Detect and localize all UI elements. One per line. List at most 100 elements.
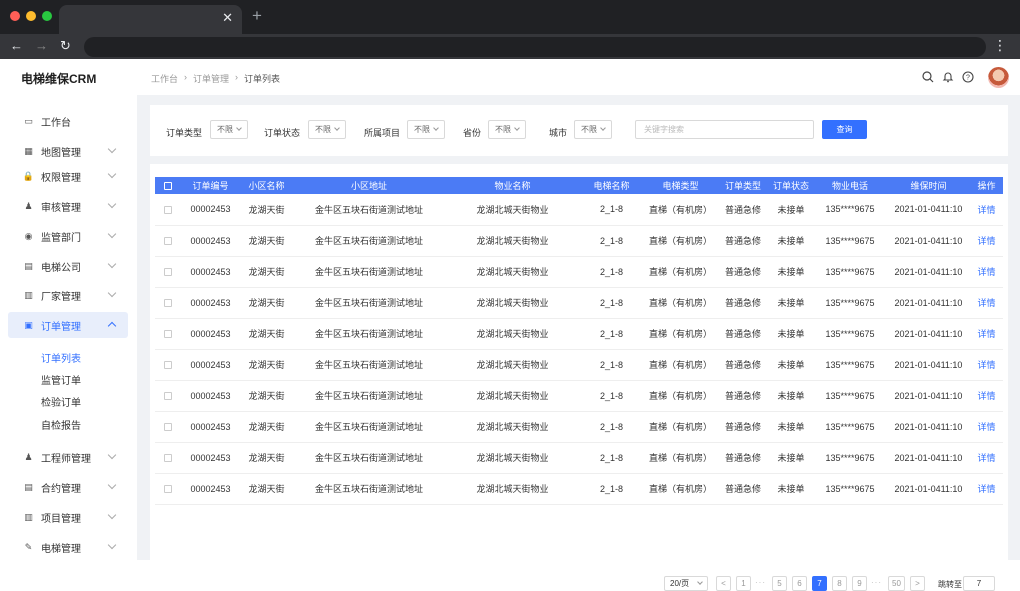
table-cell: 直梯（有机房）: [648, 267, 712, 277]
detail-link[interactable]: 详情: [970, 349, 1003, 380]
close-window-button[interactable]: [10, 11, 20, 21]
table-cell: 普通急修: [724, 329, 761, 339]
sidebar-item[interactable]: ◉ 监管部门: [8, 223, 128, 249]
table-cell: 00002453: [190, 297, 231, 308]
city-select[interactable]: 不限: [574, 120, 612, 139]
browser-tab[interactable]: ✕: [59, 5, 242, 34]
sidebar-item[interactable]: ♟ 审核管理: [8, 193, 128, 219]
pagination-ellipsis[interactable]: ···: [871, 576, 882, 589]
select-all-checkbox[interactable]: [163, 182, 172, 191]
sidebar-item[interactable]: ♟ 工程师管理: [8, 444, 128, 470]
row-checkbox[interactable]: [163, 454, 172, 463]
page-button-9[interactable]: 9: [852, 576, 867, 591]
page-button-50[interactable]: 50: [888, 576, 905, 591]
sidebar-item[interactable]: ▥ 厂家管理: [8, 282, 128, 308]
detail-link[interactable]: 详情: [970, 256, 1003, 287]
search-icon[interactable]: [922, 71, 934, 83]
page-button-1[interactable]: 1: [736, 576, 751, 591]
row-checkbox[interactable]: [163, 330, 172, 339]
bell-icon[interactable]: [942, 71, 954, 83]
jump-label: 跳转至: [938, 580, 962, 589]
breadcrumb-item[interactable]: 工作台: [151, 72, 178, 85]
back-arrow-icon[interactable]: ←: [10, 38, 23, 54]
chevron-down-icon: [600, 125, 606, 131]
table-cell: 龙湖天街: [248, 453, 285, 463]
sidebar-item-label: 合约管理: [41, 483, 81, 495]
sidebar-item[interactable]: ▦ 地图管理: [8, 138, 128, 164]
row-checkbox[interactable]: [163, 299, 172, 308]
chevron-up-icon: [107, 321, 117, 331]
pagination-ellipsis[interactable]: ···: [755, 576, 766, 589]
row-select-cell: [155, 473, 180, 504]
table-cell: 龙湖天街: [248, 329, 285, 339]
reload-icon[interactable]: ↻: [60, 38, 71, 54]
table-row: 00002453 龙湖天街 金牛区五块石街道测试地址 龙湖北城天街物业 2_1-8 直梯（…: [155, 287, 1003, 318]
maximize-window-button[interactable]: [42, 11, 52, 21]
order-status-select[interactable]: 不限: [308, 120, 346, 139]
detail-link[interactable]: 详情: [970, 473, 1003, 504]
detail-link[interactable]: 详情: [970, 411, 1003, 442]
sidebar-item[interactable]: ▣ 订单管理: [8, 312, 128, 338]
jump-page-input[interactable]: 7: [963, 576, 995, 591]
help-icon[interactable]: ?: [962, 71, 974, 83]
breadcrumb-item[interactable]: 订单管理: [193, 72, 229, 85]
sidebar-subitem[interactable]: 订单列表: [41, 350, 81, 365]
row-checkbox[interactable]: [163, 361, 172, 370]
row-checkbox[interactable]: [163, 485, 172, 494]
page-button-6[interactable]: 6: [792, 576, 807, 591]
close-tab-icon[interactable]: ✕: [222, 11, 233, 25]
row-checkbox[interactable]: [163, 205, 172, 214]
page-button-7-current[interactable]: 7: [812, 576, 827, 591]
sidebar-item[interactable]: ▤ 合约管理: [8, 474, 128, 500]
sidebar-item[interactable]: 🔒 权限管理: [8, 163, 128, 189]
province-select[interactable]: 不限: [488, 120, 526, 139]
sidebar-item-label: 订单管理: [41, 321, 81, 333]
avatar[interactable]: [988, 67, 1009, 88]
order-type-select[interactable]: 不限: [210, 120, 248, 139]
query-button[interactable]: 查询: [822, 120, 867, 139]
page-button-8[interactable]: 8: [832, 576, 847, 591]
keyword-search-input[interactable]: 关键字搜索: [635, 120, 814, 139]
table-row: 00002453 龙湖天街 金牛区五块石街道测试地址 龙湖北城天街物业 2_1-8 直梯（…: [155, 225, 1003, 256]
forward-arrow-icon[interactable]: →: [35, 38, 48, 54]
table-row: 00002453 龙湖天街 金牛区五块石街道测试地址 龙湖北城天街物业 2_1-8 直梯（…: [155, 194, 1003, 225]
table-cell: 未接单: [777, 422, 805, 432]
sidebar: 电梯维保CRM ▭ 工作台 ▦ 地图管理 🔒 权限管理 ♟ 审核管理 ◉ 监管部门 ▤ 电梯公司 ▥ 厂家…: [0, 59, 137, 560]
row-checkbox[interactable]: [163, 237, 172, 246]
detail-link[interactable]: 详情: [970, 287, 1003, 318]
table-row: 00002453 龙湖天街 金牛区五块石街道测试地址 龙湖北城天街物业 2_1-8 直梯（…: [155, 411, 1003, 442]
sidebar-item[interactable]: ▤ 电梯公司: [8, 253, 128, 279]
browser-menu-icon[interactable]: ⋮: [993, 37, 1007, 53]
row-checkbox[interactable]: [163, 268, 172, 277]
row-checkbox[interactable]: [163, 392, 172, 401]
sidebar-item[interactable]: ▥ 项目管理: [8, 504, 128, 530]
new-tab-icon[interactable]: +: [252, 7, 262, 25]
next-page-button[interactable]: >: [910, 576, 925, 591]
sidebar-item[interactable]: ▭ 工作台: [8, 108, 128, 134]
table-cell: 普通急修: [724, 422, 761, 432]
chevron-down-icon: [107, 510, 117, 520]
page-button-5[interactable]: 5: [772, 576, 787, 591]
address-bar[interactable]: [84, 37, 986, 57]
order-table-panel: 订单编号 小区名称 小区地址 物业名称 电梯名称 电梯类型 订单类型 订单状态 物业电话 维保时间…: [150, 164, 1008, 591]
table-cell: 2021-01-0411:10: [894, 328, 963, 339]
prev-page-button[interactable]: <: [716, 576, 731, 591]
project-select[interactable]: 不限: [407, 120, 445, 139]
table-cell: 直梯（有机房）: [648, 204, 712, 215]
row-select-cell: [155, 411, 180, 442]
detail-link[interactable]: 详情: [970, 442, 1003, 473]
detail-link[interactable]: 详情: [970, 380, 1003, 411]
detail-link[interactable]: 详情: [970, 318, 1003, 349]
sidebar-subitem[interactable]: 自检报告: [41, 417, 81, 432]
table-cell: 金牛区五块石街道测试地址: [314, 484, 423, 494]
table-cell: 金牛区五块石街道测试地址: [314, 453, 423, 463]
sidebar-subitem[interactable]: 检验订单: [41, 394, 81, 409]
page-size-select[interactable]: 20/页: [664, 576, 708, 591]
sidebar-item[interactable]: ✎ 电梯管理: [8, 534, 128, 560]
minimize-window-button[interactable]: [26, 11, 36, 21]
row-checkbox[interactable]: [163, 423, 172, 432]
sidebar-subitem[interactable]: 监管订单: [41, 372, 81, 387]
detail-link[interactable]: 详情: [970, 225, 1003, 256]
detail-link[interactable]: 详情: [970, 194, 1003, 225]
chevron-down-icon: [107, 229, 117, 239]
